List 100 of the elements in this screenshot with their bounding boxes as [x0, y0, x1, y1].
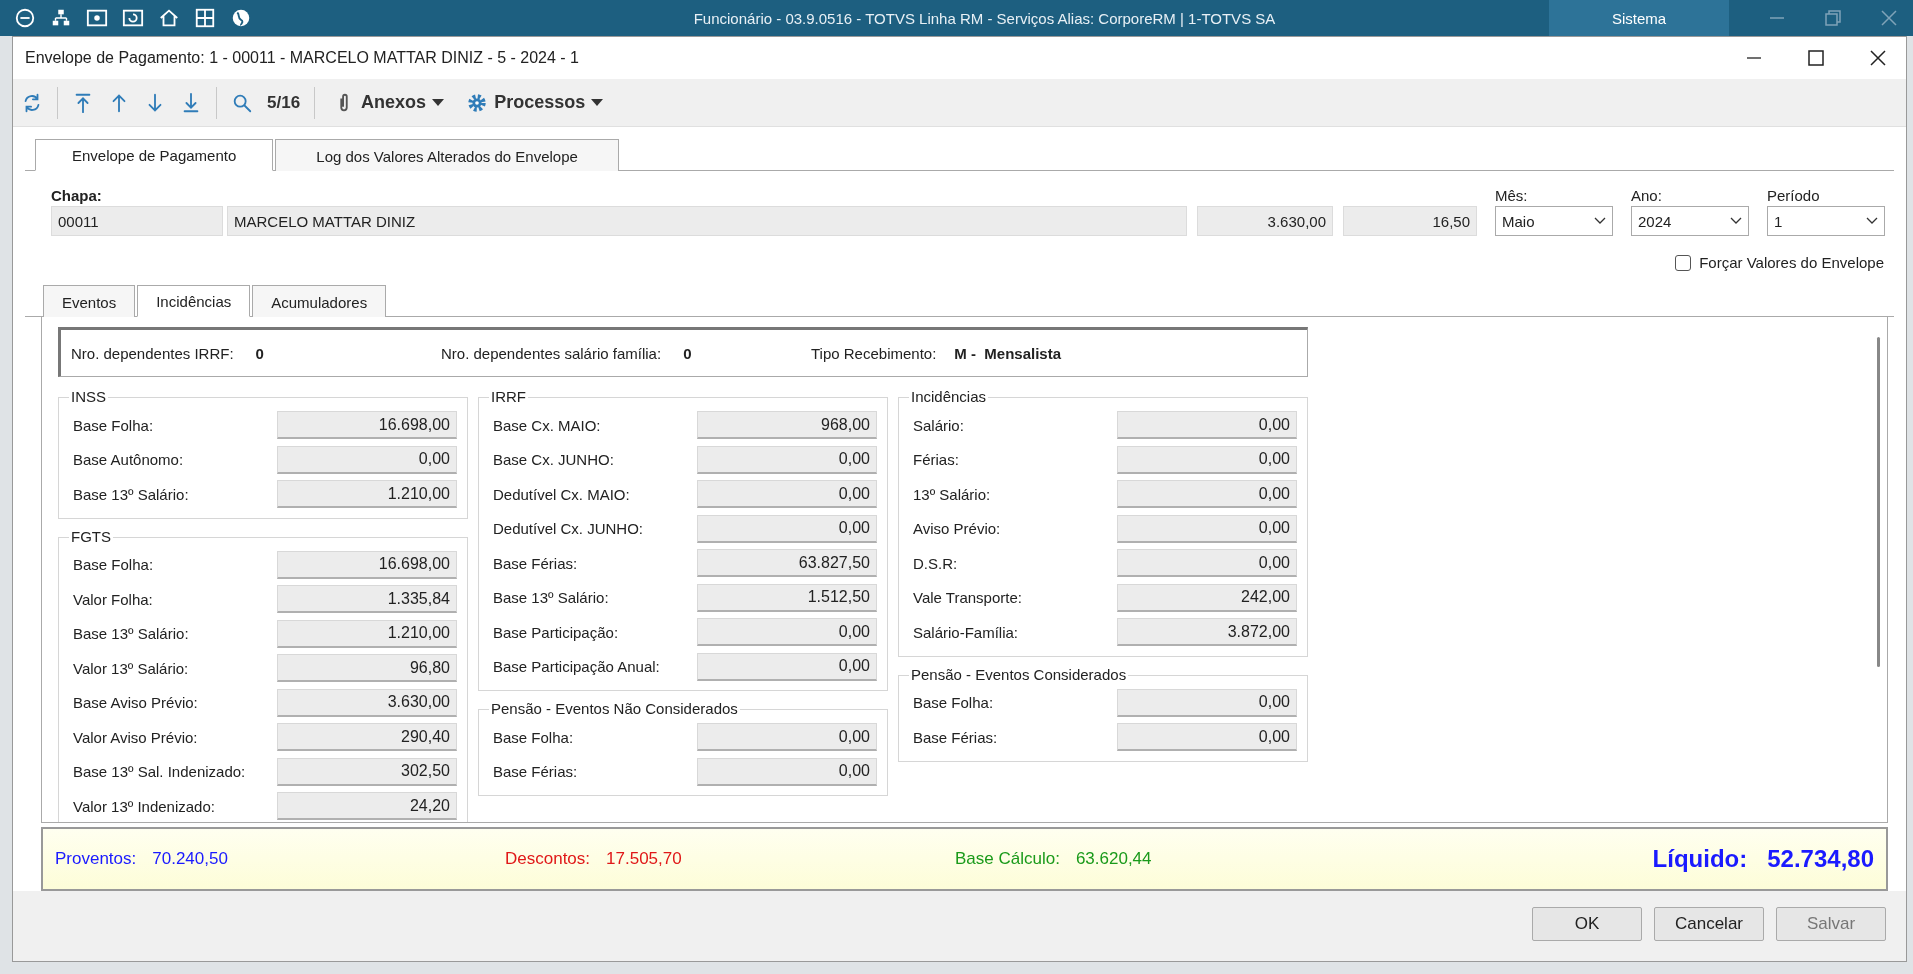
summary-value: 70.240,50: [152, 849, 228, 869]
refresh-icon[interactable]: [122, 7, 144, 29]
value-field[interactable]: 1.512,50: [697, 583, 877, 612]
field-label: Chapa:: [51, 187, 103, 204]
field-label: Base Participação Anual:: [493, 658, 661, 676]
field-label: Período: [1767, 187, 1821, 204]
value-field[interactable]: 1.210,00: [277, 480, 457, 509]
value-field[interactable]: 1.210,00: [277, 619, 457, 648]
net-value: 52.734,80: [1767, 845, 1874, 873]
value-field[interactable]: 24,20: [277, 792, 457, 821]
name-field[interactable]: MARCELO MATTAR DINIZ: [227, 206, 1187, 236]
field-label: Base Folha:: [913, 694, 995, 712]
field-label: Valor Folha:: [73, 590, 154, 608]
value-field[interactable]: 0,00: [697, 757, 877, 786]
value-field[interactable]: 96,80: [277, 654, 457, 683]
field-label: Base 13º Sal. Indenizado:: [73, 763, 247, 781]
value-field[interactable]: 0,00: [1117, 480, 1297, 509]
value-field[interactable]: 63.827,50: [697, 549, 877, 578]
caret-icon: [432, 98, 445, 107]
toolbar-menu[interactable]: Anexos: [329, 89, 449, 116]
value-field[interactable]: 0,00: [277, 445, 457, 474]
field-label: Base Folha:: [73, 416, 155, 434]
info-label: Tipo Recebimento:: [811, 344, 937, 362]
power-icon[interactable]: [14, 7, 36, 29]
info-label: Nro. dependentes IRRF:: [71, 344, 234, 362]
chevron-down-icon: [1730, 217, 1742, 225]
field-label: Base 13º Salário:: [73, 485, 190, 503]
chevron-down-icon: [1866, 217, 1878, 225]
record-counter: 5/16: [267, 92, 301, 113]
info-label: Nro. dependentes salário família:: [441, 344, 662, 362]
restore-icon[interactable]: [1825, 10, 1841, 26]
value-field[interactable]: 0,00: [1117, 445, 1297, 474]
field-label: Valor Aviso Prévio:: [73, 728, 199, 746]
scrollbar-thumb[interactable]: [1876, 337, 1880, 667]
summary-label: Base Cálculo:: [955, 849, 1060, 869]
field-label: Base Aviso Prévio:: [73, 694, 199, 712]
field-label: Base Autônomo:: [73, 451, 185, 469]
maximize-icon[interactable]: [1808, 50, 1824, 66]
field-label: Base Folha:: [73, 556, 155, 574]
salary-field[interactable]: 3.630,00: [1197, 206, 1333, 236]
field-label: Férias:: [913, 451, 960, 469]
globe-icon[interactable]: [230, 7, 252, 29]
value-field[interactable]: 0,00: [697, 480, 877, 509]
value-field[interactable]: 0,00: [697, 652, 877, 681]
field-label: Base Folha:: [493, 728, 575, 746]
chevron-down-icon: [1594, 217, 1606, 225]
grid-icon[interactable]: [194, 7, 216, 29]
value-field[interactable]: 16.698,00: [277, 411, 457, 440]
field-label: 13º Salário:: [913, 485, 992, 503]
dropdown[interactable]: Maio: [1495, 206, 1613, 236]
field-label: Base Férias:: [493, 554, 579, 572]
value-field[interactable]: 302,50: [277, 757, 457, 786]
app-title: Funcionário - 03.9.0516 - TOTVS Linha RM - Serviços Alias: CorporeRM | 1-TOTVS SA: [692, 9, 1277, 27]
field-label: Valor 13º Salário:: [73, 659, 190, 677]
dropdown[interactable]: 2024: [1631, 206, 1749, 236]
dialog-button[interactable]: OK: [1532, 907, 1642, 941]
value-field[interactable]: 0,00: [1117, 549, 1297, 578]
tab[interactable]: Envelope de Pagamento: [35, 139, 274, 171]
value-field[interactable]: 242,00: [1117, 583, 1297, 612]
toolbar-menu[interactable]: Processos: [462, 89, 608, 116]
dialog-title: Envelope de Pagamento: 1 - 00011 - MARCELO MATTAR DINIZ - 5 - 2024 - 1: [25, 49, 580, 67]
value-field[interactable]: 290,40: [277, 723, 457, 752]
hours-field[interactable]: 16,50: [1343, 206, 1477, 236]
force-values-checkbox[interactable]: Forçar Valores do Envelope: [1675, 254, 1884, 271]
field-label: Salário:: [913, 416, 965, 434]
value-field[interactable]: 1.335,84: [277, 585, 457, 614]
value-field[interactable]: 0,00: [1117, 514, 1297, 543]
field-label: Base 13º Salário:: [493, 589, 610, 607]
value-field[interactable]: 968,00: [697, 411, 877, 440]
value-field[interactable]: 0,00: [697, 618, 877, 647]
tab[interactable]: Eventos: [43, 285, 136, 317]
value-field[interactable]: 0,00: [697, 514, 877, 543]
field-label: Base 13º Salário:: [73, 625, 190, 643]
field-label: D.S.R:: [913, 554, 959, 572]
value-field[interactable]: 0,00: [697, 723, 877, 752]
field-label: Dedutível Cx. JUNHO:: [493, 520, 645, 538]
tab[interactable]: Log dos Valores Alterados do Envelope: [275, 139, 619, 171]
value-field[interactable]: 16.698,00: [277, 550, 457, 579]
value-field[interactable]: 0,00: [1117, 723, 1297, 752]
dialog-button[interactable]: Cancelar: [1654, 907, 1764, 941]
value-field[interactable]: 0,00: [1117, 411, 1297, 440]
field-label: Mês:: [1495, 187, 1529, 204]
field-label: Base Férias:: [913, 728, 999, 746]
dropdown[interactable]: 1: [1767, 206, 1885, 236]
value-field[interactable]: 3.630,00: [277, 688, 457, 717]
value-field[interactable]: 0,00: [697, 445, 877, 474]
tab[interactable]: Incidências: [137, 285, 251, 317]
summary-value: 63.620,44: [1075, 849, 1152, 869]
chapa-field[interactable]: 00011: [51, 206, 223, 236]
value-field[interactable]: 0,00: [1117, 688, 1297, 717]
eye-icon[interactable]: [86, 7, 108, 29]
system-menu[interactable]: Sistema: [1549, 0, 1729, 36]
summary-value: 17.505,70: [606, 849, 682, 869]
close-icon[interactable]: [1870, 50, 1886, 66]
value-field[interactable]: 3.872,00: [1117, 618, 1297, 647]
info-value: 0: [683, 344, 692, 362]
home-icon[interactable]: [158, 7, 180, 29]
tab[interactable]: Acumuladores: [252, 285, 387, 317]
net-label: Líquido:: [1652, 845, 1748, 873]
field-label: Salário-Família:: [913, 623, 1020, 641]
